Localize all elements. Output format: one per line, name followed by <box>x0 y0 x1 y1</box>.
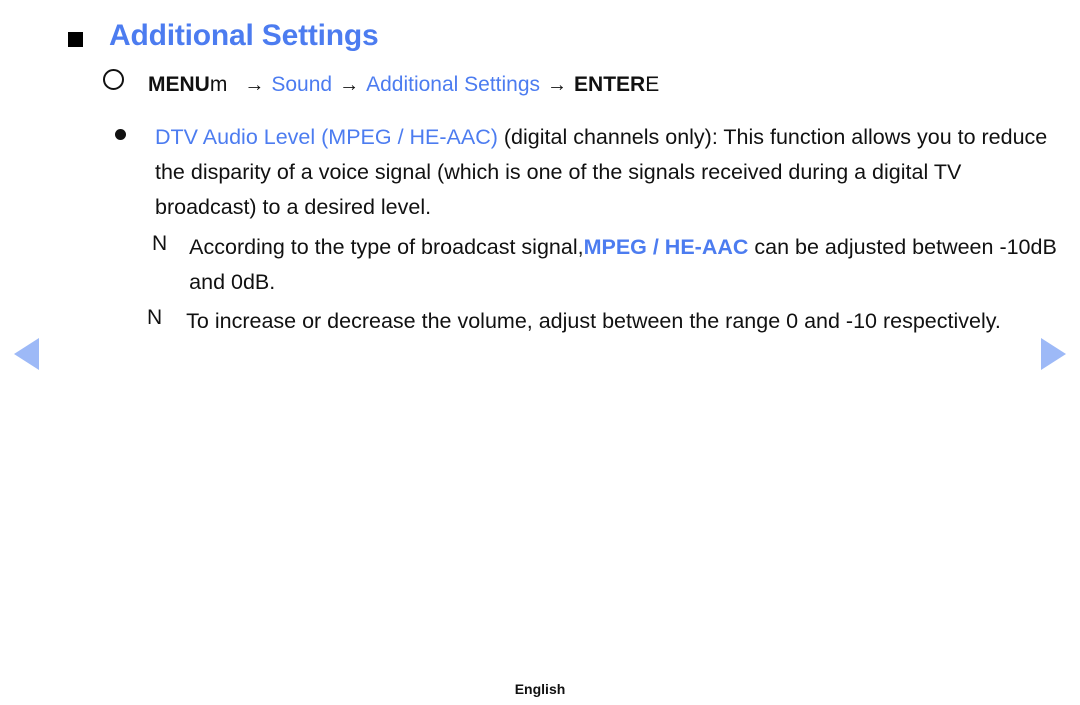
note-n-icon: N <box>152 232 168 255</box>
filled-dot-icon <box>115 129 126 140</box>
enter-button-label: ENTER <box>574 73 646 96</box>
menu-button-label: MENU <box>148 73 210 96</box>
menu-path-content: MENUm → Sound → Additional Settings → ENTERE <box>148 73 659 97</box>
note-text-part-1: According to the type of broadcast signa… <box>189 235 584 259</box>
note-n-icon: N <box>147 306 163 329</box>
menu-step-sound: Sound <box>271 73 333 96</box>
manual-page: Additional Settings MENUm → Sound → Addition… <box>0 0 1080 705</box>
path-arrow-1-icon: → <box>244 74 265 96</box>
triangle-right-icon[interactable] <box>1041 338 1066 370</box>
circle-outline-icon <box>103 69 124 90</box>
footer-language: English <box>514 681 566 697</box>
note-text-part-1: To increase or decrease the volume, adju… <box>186 309 1001 333</box>
note-item: N According to the type of broadcast sig… <box>152 230 1067 300</box>
note-text: According to the type of broadcast signa… <box>189 230 1067 300</box>
enter-key-glyph: E <box>645 73 660 96</box>
triangle-left-icon[interactable] <box>14 338 39 370</box>
term-dtv-audio-level: DTV Audio Level (MPEG / HE-AAC) <box>155 125 498 149</box>
note-text: To increase or decrease the volume, adju… <box>186 304 1072 339</box>
path-arrow-2-icon: → <box>339 74 360 96</box>
menu-key-glyph: m <box>209 73 228 96</box>
note-highlight-mpeg-he-aac: MPEG / HE-AAC <box>583 235 749 259</box>
menu-path-line: MENUm → Sound → Additional Settings → ENTERE <box>103 69 659 97</box>
page-title-row: Additional Settings <box>68 19 379 53</box>
path-arrow-3-icon: → <box>547 74 568 96</box>
list-item: DTV Audio Level (MPEG / HE-AAC) (digital… <box>115 120 1065 225</box>
note-item: N To increase or decrease the volume, ad… <box>147 304 1072 339</box>
list-item-text: DTV Audio Level (MPEG / HE-AAC) (digital… <box>155 120 1065 225</box>
page-title: Additional Settings <box>109 19 379 52</box>
square-bullet-icon <box>68 31 83 47</box>
menu-step-additional-settings: Additional Settings <box>366 73 541 96</box>
